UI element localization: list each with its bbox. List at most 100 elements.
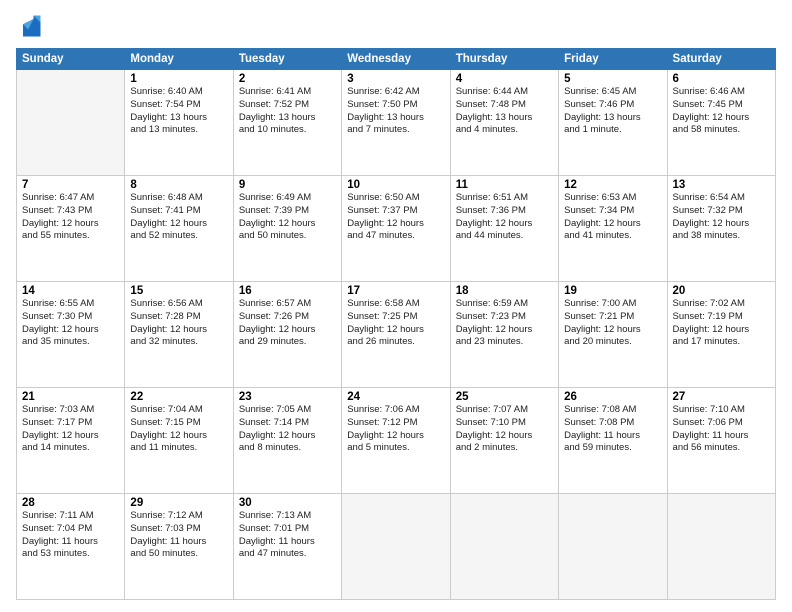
day-info: Sunrise: 7:11 AM Sunset: 7:04 PM Dayligh… <box>22 510 119 561</box>
calendar-cell: 8Sunrise: 6:48 AM Sunset: 7:41 PM Daylig… <box>125 176 233 282</box>
calendar-cell: 21Sunrise: 7:03 AM Sunset: 7:17 PM Dayli… <box>17 388 125 494</box>
day-number: 13 <box>673 179 770 191</box>
calendar-cell: 28Sunrise: 7:11 AM Sunset: 7:04 PM Dayli… <box>17 494 125 600</box>
day-number: 16 <box>239 285 336 297</box>
day-number: 21 <box>22 391 119 403</box>
day-info: Sunrise: 6:44 AM Sunset: 7:48 PM Dayligh… <box>456 86 553 137</box>
calendar-table: SundayMondayTuesdayWednesdayThursdayFrid… <box>16 48 776 600</box>
page: SundayMondayTuesdayWednesdayThursdayFrid… <box>0 0 792 612</box>
calendar-cell <box>450 494 558 600</box>
day-number: 28 <box>22 497 119 509</box>
calendar-cell: 27Sunrise: 7:10 AM Sunset: 7:06 PM Dayli… <box>667 388 775 494</box>
day-number: 26 <box>564 391 661 403</box>
calendar-cell: 18Sunrise: 6:59 AM Sunset: 7:23 PM Dayli… <box>450 282 558 388</box>
day-info: Sunrise: 6:51 AM Sunset: 7:36 PM Dayligh… <box>456 192 553 243</box>
calendar-cell: 24Sunrise: 7:06 AM Sunset: 7:12 PM Dayli… <box>342 388 450 494</box>
calendar-week-row: 7Sunrise: 6:47 AM Sunset: 7:43 PM Daylig… <box>17 176 776 282</box>
day-number: 4 <box>456 73 553 85</box>
calendar-cell: 5Sunrise: 6:45 AM Sunset: 7:46 PM Daylig… <box>559 70 667 176</box>
day-number: 1 <box>130 73 227 85</box>
day-number: 9 <box>239 179 336 191</box>
day-info: Sunrise: 7:07 AM Sunset: 7:10 PM Dayligh… <box>456 404 553 455</box>
calendar-cell: 25Sunrise: 7:07 AM Sunset: 7:10 PM Dayli… <box>450 388 558 494</box>
day-number: 7 <box>22 179 119 191</box>
calendar-cell: 13Sunrise: 6:54 AM Sunset: 7:32 PM Dayli… <box>667 176 775 282</box>
day-number: 30 <box>239 497 336 509</box>
day-info: Sunrise: 6:55 AM Sunset: 7:30 PM Dayligh… <box>22 298 119 349</box>
day-info: Sunrise: 7:13 AM Sunset: 7:01 PM Dayligh… <box>239 510 336 561</box>
day-number: 14 <box>22 285 119 297</box>
calendar-cell: 20Sunrise: 7:02 AM Sunset: 7:19 PM Dayli… <box>667 282 775 388</box>
day-number: 6 <box>673 73 770 85</box>
calendar-cell <box>559 494 667 600</box>
day-number: 10 <box>347 179 444 191</box>
day-info: Sunrise: 6:59 AM Sunset: 7:23 PM Dayligh… <box>456 298 553 349</box>
calendar-cell: 2Sunrise: 6:41 AM Sunset: 7:52 PM Daylig… <box>233 70 341 176</box>
calendar-cell <box>342 494 450 600</box>
day-number: 17 <box>347 285 444 297</box>
day-info: Sunrise: 6:54 AM Sunset: 7:32 PM Dayligh… <box>673 192 770 243</box>
calendar-week-row: 1Sunrise: 6:40 AM Sunset: 7:54 PM Daylig… <box>17 70 776 176</box>
calendar-week-row: 14Sunrise: 6:55 AM Sunset: 7:30 PM Dayli… <box>17 282 776 388</box>
day-info: Sunrise: 7:00 AM Sunset: 7:21 PM Dayligh… <box>564 298 661 349</box>
col-header-tuesday: Tuesday <box>233 49 341 70</box>
day-info: Sunrise: 6:49 AM Sunset: 7:39 PM Dayligh… <box>239 192 336 243</box>
day-info: Sunrise: 7:03 AM Sunset: 7:17 PM Dayligh… <box>22 404 119 455</box>
calendar-cell: 4Sunrise: 6:44 AM Sunset: 7:48 PM Daylig… <box>450 70 558 176</box>
calendar-cell: 1Sunrise: 6:40 AM Sunset: 7:54 PM Daylig… <box>125 70 233 176</box>
day-info: Sunrise: 6:48 AM Sunset: 7:41 PM Dayligh… <box>130 192 227 243</box>
day-number: 18 <box>456 285 553 297</box>
day-info: Sunrise: 7:04 AM Sunset: 7:15 PM Dayligh… <box>130 404 227 455</box>
day-info: Sunrise: 6:50 AM Sunset: 7:37 PM Dayligh… <box>347 192 444 243</box>
day-number: 20 <box>673 285 770 297</box>
day-number: 2 <box>239 73 336 85</box>
day-info: Sunrise: 6:53 AM Sunset: 7:34 PM Dayligh… <box>564 192 661 243</box>
day-info: Sunrise: 7:12 AM Sunset: 7:03 PM Dayligh… <box>130 510 227 561</box>
day-info: Sunrise: 6:46 AM Sunset: 7:45 PM Dayligh… <box>673 86 770 137</box>
calendar-cell: 30Sunrise: 7:13 AM Sunset: 7:01 PM Dayli… <box>233 494 341 600</box>
day-number: 12 <box>564 179 661 191</box>
day-info: Sunrise: 7:05 AM Sunset: 7:14 PM Dayligh… <box>239 404 336 455</box>
calendar-cell: 23Sunrise: 7:05 AM Sunset: 7:14 PM Dayli… <box>233 388 341 494</box>
calendar-cell: 26Sunrise: 7:08 AM Sunset: 7:08 PM Dayli… <box>559 388 667 494</box>
calendar-cell: 9Sunrise: 6:49 AM Sunset: 7:39 PM Daylig… <box>233 176 341 282</box>
day-number: 23 <box>239 391 336 403</box>
calendar-cell: 22Sunrise: 7:04 AM Sunset: 7:15 PM Dayli… <box>125 388 233 494</box>
calendar-cell: 14Sunrise: 6:55 AM Sunset: 7:30 PM Dayli… <box>17 282 125 388</box>
calendar-cell: 15Sunrise: 6:56 AM Sunset: 7:28 PM Dayli… <box>125 282 233 388</box>
day-info: Sunrise: 6:56 AM Sunset: 7:28 PM Dayligh… <box>130 298 227 349</box>
day-info: Sunrise: 7:08 AM Sunset: 7:08 PM Dayligh… <box>564 404 661 455</box>
calendar-cell: 10Sunrise: 6:50 AM Sunset: 7:37 PM Dayli… <box>342 176 450 282</box>
calendar-cell: 29Sunrise: 7:12 AM Sunset: 7:03 PM Dayli… <box>125 494 233 600</box>
day-number: 24 <box>347 391 444 403</box>
day-number: 15 <box>130 285 227 297</box>
day-info: Sunrise: 6:45 AM Sunset: 7:46 PM Dayligh… <box>564 86 661 137</box>
day-number: 27 <box>673 391 770 403</box>
calendar-week-row: 21Sunrise: 7:03 AM Sunset: 7:17 PM Dayli… <box>17 388 776 494</box>
calendar-cell: 12Sunrise: 6:53 AM Sunset: 7:34 PM Dayli… <box>559 176 667 282</box>
day-number: 19 <box>564 285 661 297</box>
day-info: Sunrise: 6:47 AM Sunset: 7:43 PM Dayligh… <box>22 192 119 243</box>
day-info: Sunrise: 6:41 AM Sunset: 7:52 PM Dayligh… <box>239 86 336 137</box>
day-info: Sunrise: 6:57 AM Sunset: 7:26 PM Dayligh… <box>239 298 336 349</box>
calendar-cell: 6Sunrise: 6:46 AM Sunset: 7:45 PM Daylig… <box>667 70 775 176</box>
day-info: Sunrise: 6:40 AM Sunset: 7:54 PM Dayligh… <box>130 86 227 137</box>
day-number: 25 <box>456 391 553 403</box>
calendar-cell: 3Sunrise: 6:42 AM Sunset: 7:50 PM Daylig… <box>342 70 450 176</box>
day-info: Sunrise: 7:02 AM Sunset: 7:19 PM Dayligh… <box>673 298 770 349</box>
col-header-saturday: Saturday <box>667 49 775 70</box>
day-number: 5 <box>564 73 661 85</box>
day-info: Sunrise: 6:42 AM Sunset: 7:50 PM Dayligh… <box>347 86 444 137</box>
calendar-cell: 19Sunrise: 7:00 AM Sunset: 7:21 PM Dayli… <box>559 282 667 388</box>
calendar-cell <box>17 70 125 176</box>
calendar-cell: 11Sunrise: 6:51 AM Sunset: 7:36 PM Dayli… <box>450 176 558 282</box>
logo-icon <box>16 12 44 40</box>
header <box>16 12 776 40</box>
col-header-thursday: Thursday <box>450 49 558 70</box>
day-number: 3 <box>347 73 444 85</box>
day-info: Sunrise: 7:10 AM Sunset: 7:06 PM Dayligh… <box>673 404 770 455</box>
calendar-cell: 17Sunrise: 6:58 AM Sunset: 7:25 PM Dayli… <box>342 282 450 388</box>
day-number: 8 <box>130 179 227 191</box>
day-number: 22 <box>130 391 227 403</box>
logo <box>16 12 48 40</box>
